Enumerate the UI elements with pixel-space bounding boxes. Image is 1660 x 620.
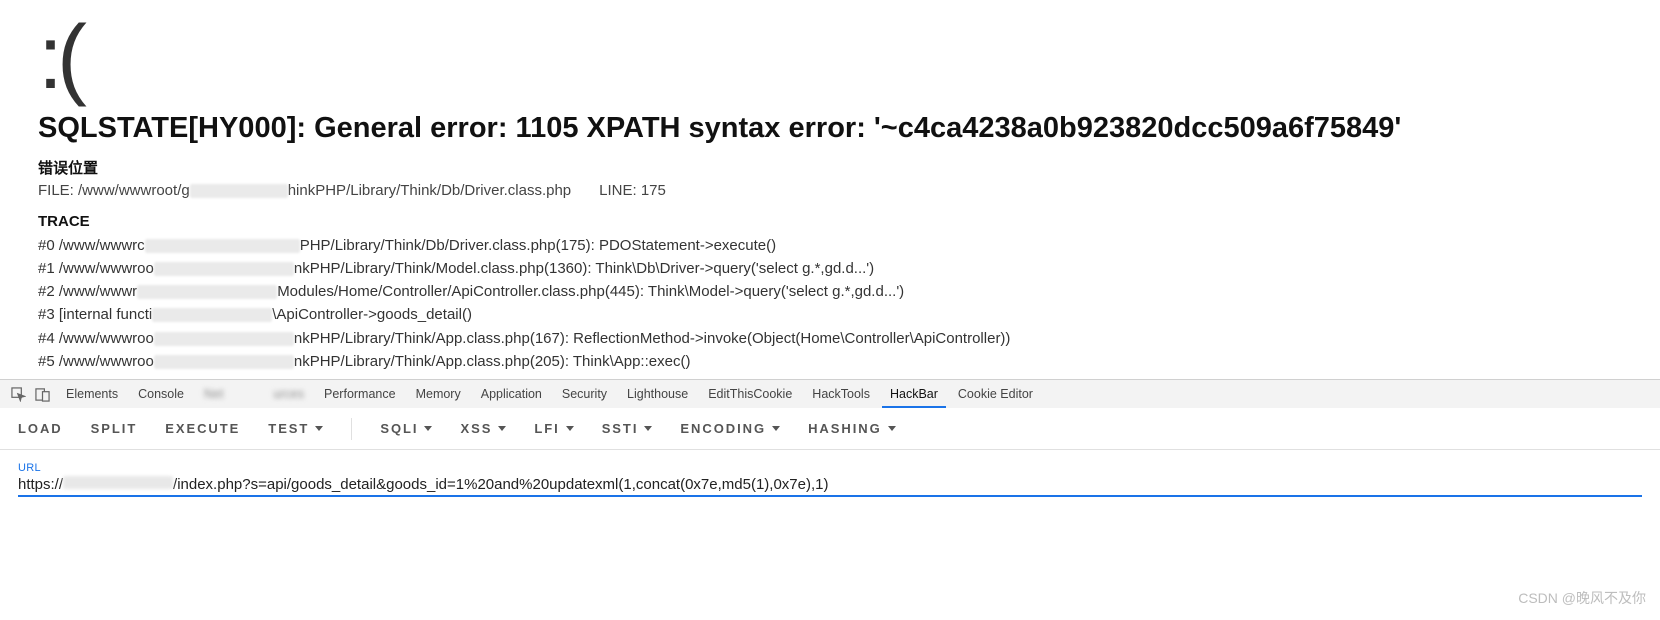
sadface: :( xyxy=(38,16,1622,102)
devtools-tab-cookieeditor[interactable]: Cookie Editor xyxy=(948,380,1043,408)
chevron-down-icon xyxy=(772,426,780,431)
devtools-tab-lighthouse[interactable]: Lighthouse xyxy=(617,380,698,408)
trace-row: #5 /www/wwwroonkPHP/Library/Think/App.cl… xyxy=(38,350,1622,373)
file-prefix: FILE: /www/wwwroot/g xyxy=(38,182,190,199)
url-prefix: https:// xyxy=(18,476,63,493)
hackbar-xss-button[interactable]: XSS xyxy=(460,421,506,436)
file-suffix: hinkPHP/Library/Think/Db/Driver.class.ph… xyxy=(288,182,571,199)
devtools-tab-performance[interactable]: Performance xyxy=(314,380,406,408)
hackbar-body: URL https:// /index.php?s=api/goods_detai… xyxy=(0,450,1660,513)
devtools-tab-console[interactable]: Console xyxy=(128,380,194,408)
watermark: CSDN @晚风不及你 xyxy=(1518,588,1646,608)
redacted-segment xyxy=(154,262,294,276)
url-input[interactable]: https:// /index.php?s=api/goods_detail&go… xyxy=(18,476,1642,497)
devtools-tab-hackbar[interactable]: HackBar xyxy=(880,380,948,408)
devtools-tab-editthiscookie[interactable]: EditThisCookie xyxy=(698,380,802,408)
hackbar-ssti-button[interactable]: SSTI xyxy=(602,421,653,436)
devtools-tab-network[interactable]: Net xyxy=(194,380,233,408)
line-label: LINE: 175 xyxy=(599,182,666,199)
hackbar-load-button[interactable]: LOAD xyxy=(18,421,63,436)
redacted-segment xyxy=(154,355,294,369)
devtools-tab-application[interactable]: Application xyxy=(471,380,552,408)
devtools-tab-hacktools[interactable]: HackTools xyxy=(802,380,880,408)
trace-row: #4 /www/wwwroonkPHP/Library/Think/App.cl… xyxy=(38,327,1622,350)
chevron-down-icon xyxy=(888,426,896,431)
trace-heading: TRACE xyxy=(38,213,1622,230)
hackbar-toolbar: LOAD SPLIT EXECUTE TEST SQLI XSS LFI SST… xyxy=(0,408,1660,450)
devtools-tab-sources[interactable]: urces xyxy=(263,380,314,408)
trace-list: #0 /www/wwwrcPHP/Library/Think/Db/Driver… xyxy=(38,234,1622,374)
url-suffix: /index.php?s=api/goods_detail&goods_id=1… xyxy=(173,476,828,493)
hackbar-encoding-button[interactable]: ENCODING xyxy=(680,421,780,436)
error-location-heading: 错误位置 xyxy=(38,157,1622,178)
url-label: URL xyxy=(18,462,1642,474)
redacted-segment xyxy=(137,285,277,299)
device-toolbar-icon[interactable] xyxy=(32,384,52,404)
devtools-tabbar: Elements Console Net urces Performance M… xyxy=(0,379,1660,408)
devtools-tabs: Elements Console Net urces Performance M… xyxy=(56,380,1043,408)
chevron-down-icon xyxy=(644,426,652,431)
hackbar-test-button[interactable]: TEST xyxy=(268,421,323,436)
devtools-tab-memory[interactable]: Memory xyxy=(406,380,471,408)
redacted-segment xyxy=(145,239,300,253)
chevron-down-icon xyxy=(315,426,323,431)
error-title: SQLSTATE[HY000]: General error: 1105 XPA… xyxy=(38,112,1622,145)
error-page: :( SQLSTATE[HY000]: General error: 1105 … xyxy=(0,0,1660,379)
chevron-down-icon xyxy=(424,426,432,431)
hackbar-split-button[interactable]: SPLIT xyxy=(91,421,138,436)
devtools-tab-elements[interactable]: Elements xyxy=(56,380,128,408)
inspect-icon[interactable] xyxy=(8,384,28,404)
devtools-tab-security[interactable]: Security xyxy=(552,380,617,408)
hackbar-hashing-button[interactable]: HASHING xyxy=(808,421,896,436)
chevron-down-icon xyxy=(498,426,506,431)
trace-row: #2 /www/wwwrModules/Home/Controller/ApiC… xyxy=(38,280,1622,303)
chevron-down-icon xyxy=(566,426,574,431)
hackbar-sqli-button[interactable]: SQLI xyxy=(380,421,432,436)
redacted-segment xyxy=(154,332,294,346)
trace-row: #3 [internal functi\ApiController->goods… xyxy=(38,303,1622,326)
redacted-segment xyxy=(63,476,173,489)
error-location-line: FILE: /www/wwwroot/g hinkPHP/Library/Thin… xyxy=(38,182,1622,199)
redacted-segment xyxy=(152,308,272,322)
trace-row: #0 /www/wwwrcPHP/Library/Think/Db/Driver… xyxy=(38,234,1622,257)
trace-row: #1 /www/wwwroonkPHP/Library/Think/Model.… xyxy=(38,257,1622,280)
redacted-segment xyxy=(190,184,288,198)
hackbar-execute-button[interactable]: EXECUTE xyxy=(165,421,240,436)
hackbar-lfi-button[interactable]: LFI xyxy=(534,421,573,436)
separator xyxy=(351,418,352,440)
